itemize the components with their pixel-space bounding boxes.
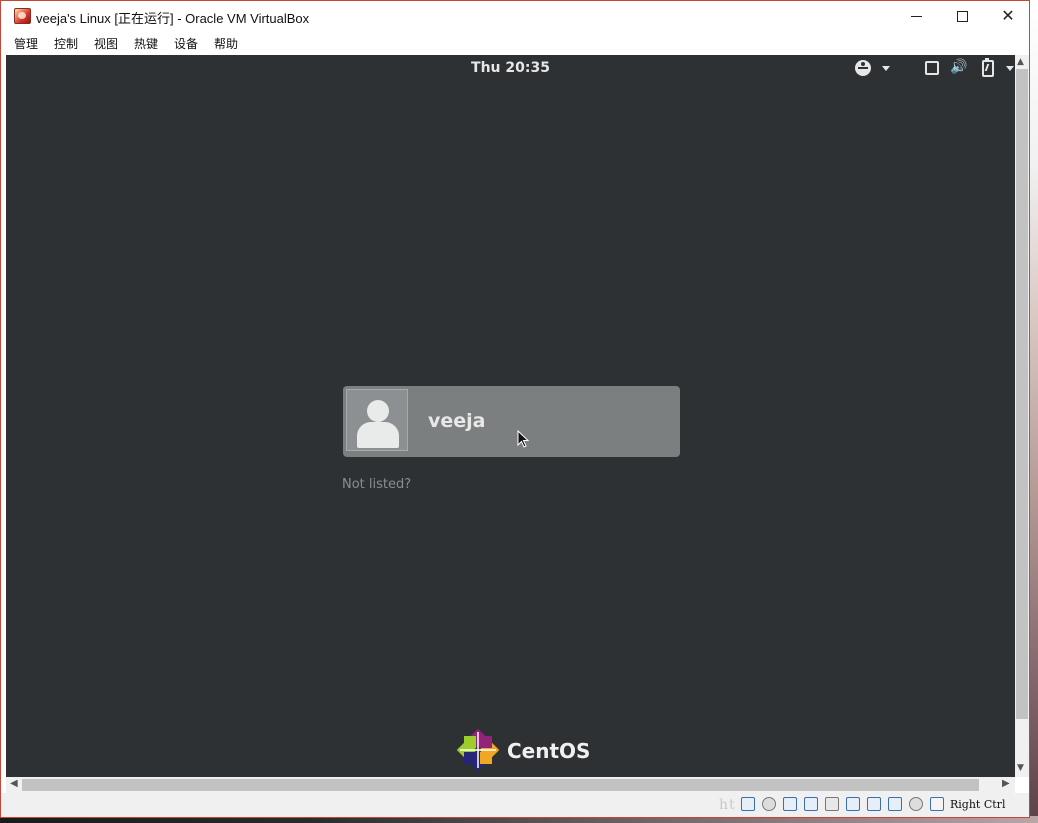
hard-disk-icon[interactable]: [741, 797, 755, 811]
maximize-icon: [956, 10, 968, 22]
system-menu-chevron-icon[interactable]: [1006, 66, 1014, 71]
user-list-item[interactable]: veeja: [343, 386, 680, 457]
menu-bar: 管理 控制 视图 热键 设备 帮助: [1, 31, 1029, 55]
host-key-label: Right Ctrl: [950, 798, 1006, 811]
window-title: veeja's Linux [正在运行] - Oracle VM Virtual…: [36, 11, 310, 26]
horizontal-scrollbar[interactable]: ◀ ▶: [6, 777, 1015, 793]
scroll-down-icon[interactable]: ▼: [1017, 763, 1024, 773]
vertical-scroll-thumb[interactable]: [1016, 69, 1028, 719]
chevron-down-icon[interactable]: [882, 66, 890, 71]
usb-icon[interactable]: [825, 797, 839, 811]
menu-help[interactable]: 帮助: [214, 35, 238, 52]
minimize-button[interactable]: [893, 1, 939, 31]
menu-manage[interactable]: 管理: [14, 35, 38, 52]
close-icon: ✕: [1001, 6, 1015, 25]
cpu-icon[interactable]: [909, 797, 923, 811]
menu-hotkeys[interactable]: 热键: [134, 35, 158, 52]
close-button[interactable]: ✕: [985, 1, 1031, 31]
vertical-scrollbar[interactable]: ▲ ▼: [1015, 55, 1029, 777]
mouse-cursor-icon: [517, 430, 529, 448]
menu-view[interactable]: 视图: [94, 35, 118, 52]
minimize-icon: [910, 15, 922, 17]
battery-icon[interactable]: [982, 58, 994, 77]
mouse-integration-icon[interactable]: [930, 797, 944, 811]
maximize-button[interactable]: [939, 1, 985, 31]
display-icon[interactable]: [867, 797, 881, 811]
centos-logo-icon: [456, 728, 500, 772]
virtualbox-window: veeja's Linux [正在运行] - Oracle VM Virtual…: [0, 0, 1030, 818]
avatar: [346, 389, 408, 451]
virtualbox-app-icon: [14, 8, 31, 24]
screen-icon[interactable]: [925, 61, 939, 75]
user-name: veeja: [428, 410, 486, 432]
scroll-right-icon[interactable]: ▶: [1002, 778, 1010, 789]
user-head-icon: [367, 400, 389, 422]
user-body-icon: [357, 422, 399, 448]
status-bar: ht Right Ctrl: [1, 793, 1029, 817]
desktop-background: [1029, 0, 1038, 823]
volume-icon[interactable]: 🔊: [950, 59, 967, 75]
not-listed-link[interactable]: Not listed?: [342, 477, 411, 492]
guest-display[interactable]: Thu 20:35 🔊 veeja Not listed? CentOS: [6, 55, 1015, 777]
video-capture-icon[interactable]: [888, 797, 902, 811]
centos-brand: CentOS: [507, 739, 591, 763]
menu-control[interactable]: 控制: [54, 35, 78, 52]
optical-drive-icon[interactable]: [762, 797, 776, 811]
audio-icon[interactable]: [783, 797, 797, 811]
accessibility-icon[interactable]: [855, 60, 871, 76]
watermark-text: ht: [719, 797, 736, 813]
horizontal-scroll-thumb[interactable]: [22, 779, 979, 791]
network-icon[interactable]: [804, 797, 818, 811]
title-bar[interactable]: veeja's Linux [正在运行] - Oracle VM Virtual…: [1, 1, 1029, 31]
scroll-up-icon[interactable]: ▲: [1017, 57, 1024, 67]
shared-folders-icon[interactable]: [846, 797, 860, 811]
scroll-left-icon[interactable]: ◀: [10, 778, 18, 789]
menu-devices[interactable]: 设备: [174, 35, 198, 52]
